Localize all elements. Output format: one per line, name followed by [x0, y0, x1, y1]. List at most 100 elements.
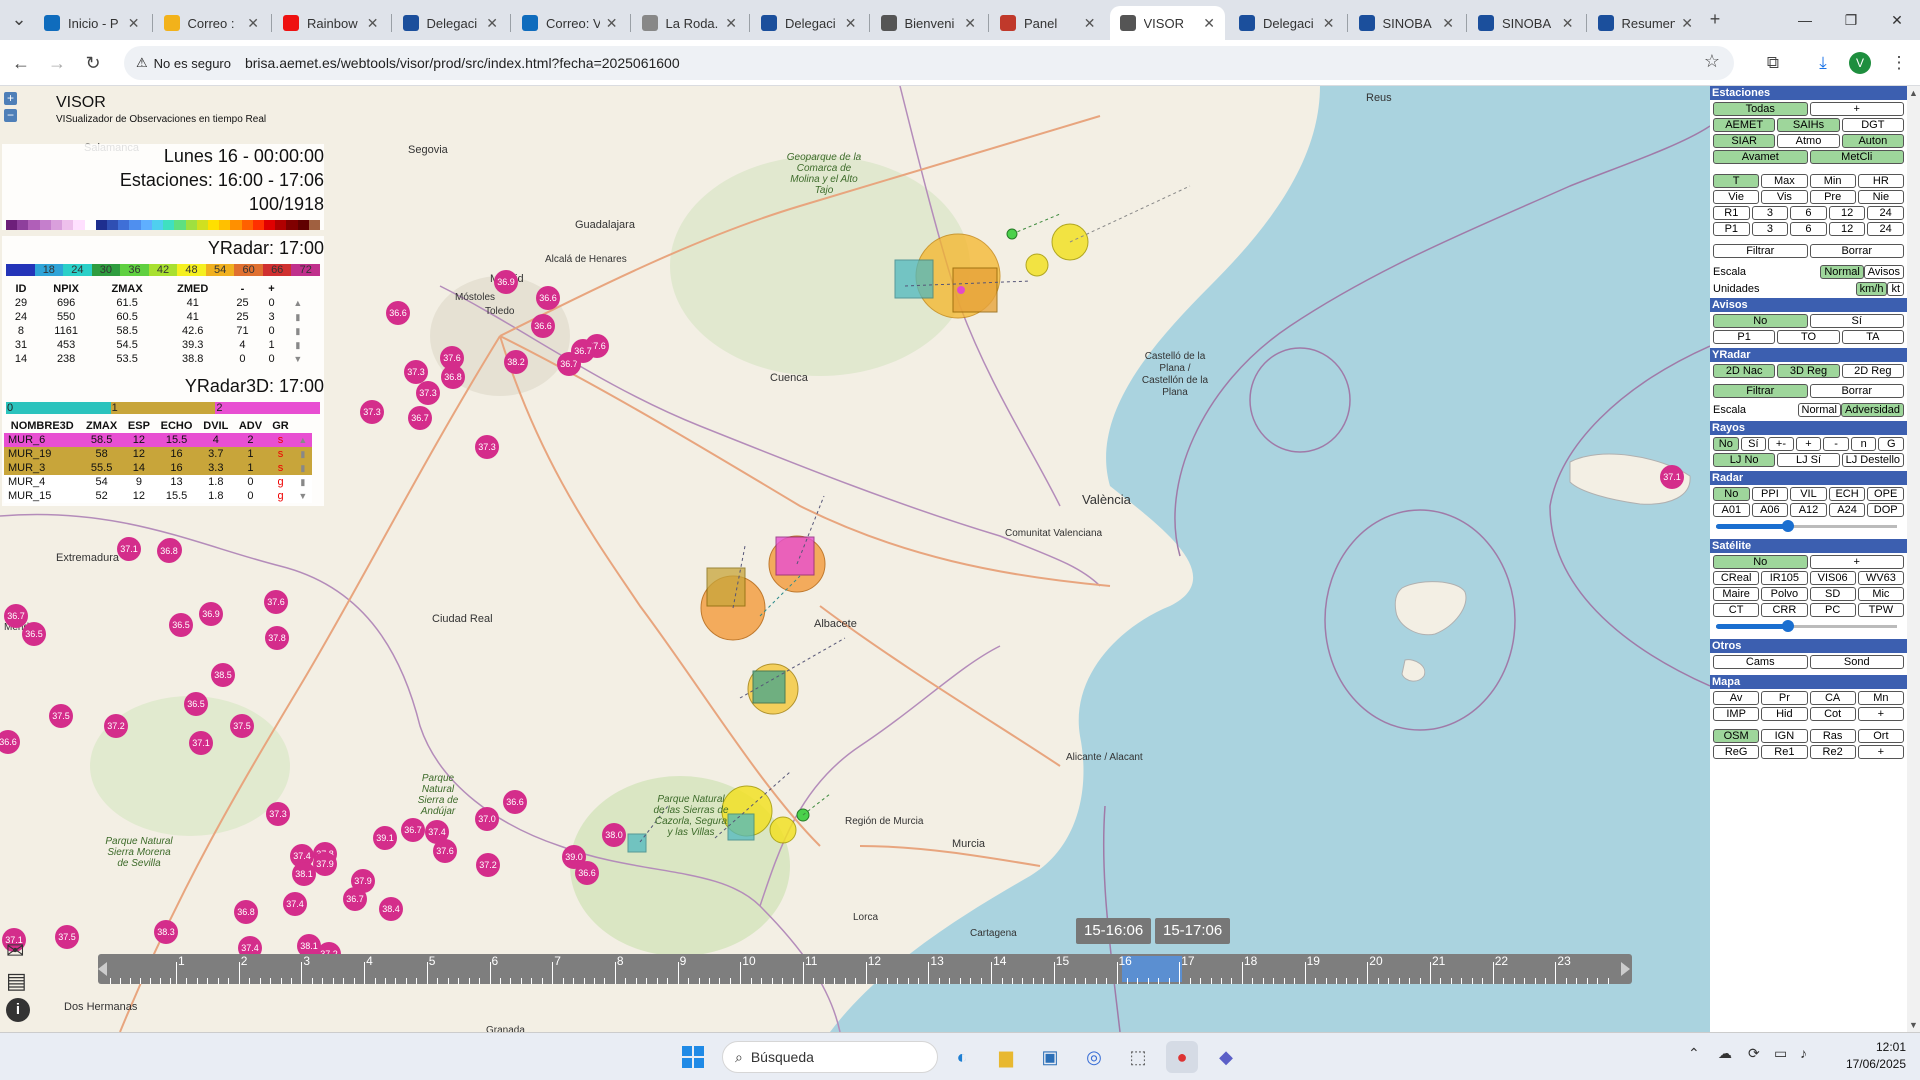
st_row4-button[interactable]: MetCli: [1809, 150, 1904, 164]
filter_row-button[interactable]: Borrar: [1809, 244, 1904, 258]
temperature-marker[interactable]: 39.1: [373, 826, 397, 850]
temperature-marker[interactable]: 38.5: [211, 663, 235, 687]
temperature-marker[interactable]: 38.2: [504, 350, 528, 374]
reload-icon[interactable]: ↻: [78, 48, 108, 78]
temperature-marker[interactable]: 36.5: [184, 692, 208, 716]
var_row3-button[interactable]: 12: [1828, 206, 1866, 220]
tab-close-icon[interactable]: ✕: [1203, 15, 1215, 32]
bookmark-star-icon[interactable]: ☆: [1704, 51, 1720, 72]
tab-close-icon[interactable]: ✕: [247, 15, 259, 32]
windows-start-icon[interactable]: [677, 1041, 709, 1073]
mp_row3-button[interactable]: Ras: [1809, 729, 1856, 743]
rd_row2-button[interactable]: A01: [1713, 503, 1750, 517]
ry_row2-button[interactable]: LJ No: [1713, 453, 1776, 467]
scroll-arrow-icon[interactable]: ▮: [294, 461, 312, 475]
ot_row1-button[interactable]: Sond: [1809, 655, 1904, 669]
rd_row1-button[interactable]: PPI: [1751, 487, 1789, 501]
scroll-arrow-icon[interactable]: ▮: [294, 447, 312, 461]
temperature-marker[interactable]: 37.9: [313, 852, 337, 876]
back-arrow-icon[interactable]: ←: [6, 48, 36, 78]
scroll-arrow-icon[interactable]: ▼: [284, 352, 312, 366]
browser-tab[interactable]: Delegaci ✕: [1229, 6, 1345, 40]
var_row3-button[interactable]: 6: [1790, 206, 1827, 220]
browser-tab[interactable]: VISOR ✕: [1109, 6, 1225, 40]
mp_row2-button[interactable]: +: [1857, 707, 1904, 721]
network-icon[interactable]: ▭: [1774, 1045, 1787, 1062]
info-icon[interactable]: i: [6, 998, 30, 1022]
temperature-marker[interactable]: 37.2: [476, 853, 500, 877]
sat_row4-button[interactable]: TPW: [1857, 603, 1904, 617]
slider-knob[interactable]: [1782, 620, 1795, 632]
scroll-arrow-icon[interactable]: ▲: [284, 296, 312, 310]
browser-tab[interactable]: SINOBA ✕: [1349, 6, 1465, 40]
var_row2-button[interactable]: Vie: [1713, 190, 1760, 204]
browser-tab[interactable]: La Roda. ✕: [632, 6, 748, 40]
browser-tab[interactable]: Correo: V ✕: [512, 6, 628, 40]
temperature-marker[interactable]: 38.4: [379, 897, 403, 921]
system-clock[interactable]: 12:01 17/06/2025: [1830, 1039, 1906, 1073]
filter_row-button[interactable]: Filtrar: [1713, 244, 1808, 258]
var_row4-button[interactable]: P1: [1713, 222, 1750, 236]
table-row[interactable]: 24 550 60.5 41 25 3 ▮: [4, 310, 312, 324]
temperature-marker[interactable]: 37.3: [266, 802, 290, 826]
temperature-marker[interactable]: 37.5: [49, 704, 73, 728]
mp_row4-button[interactable]: Re1: [1761, 745, 1808, 759]
browser-tab[interactable]: Bienveni ✕: [871, 6, 987, 40]
table-row[interactable]: MUR_4 54 9 13 1.8 0 g ▮: [4, 475, 312, 489]
mp_row4-button[interactable]: ReG: [1713, 745, 1760, 759]
temperature-marker[interactable]: 37.1: [117, 537, 141, 561]
temperature-marker[interactable]: 37.3: [360, 400, 384, 424]
var_row3-button[interactable]: 24: [1867, 206, 1904, 220]
temperature-marker[interactable]: 36.6: [531, 314, 555, 338]
mail-icon[interactable]: ✉: [6, 938, 24, 964]
yr_escala_opts-button[interactable]: Adversidad: [1840, 402, 1904, 417]
mp_row1-button[interactable]: Av: [1713, 691, 1760, 705]
st_row2-button[interactable]: DGT: [1841, 118, 1904, 132]
temperature-marker[interactable]: 37.4: [283, 892, 307, 916]
temperature-marker[interactable]: 36.8: [157, 539, 181, 563]
yr_row1-button[interactable]: 3D Reg: [1777, 364, 1840, 378]
edge-icon[interactable]: ◐: [946, 1041, 978, 1073]
scroll-arrow-icon[interactable]: ▲: [294, 433, 312, 447]
rd_row1-button[interactable]: No: [1713, 487, 1750, 501]
ry_row1-button[interactable]: No: [1713, 437, 1739, 451]
tab-search-icon[interactable]: ⌄: [4, 4, 34, 34]
ot_row1-button[interactable]: Cams: [1713, 655, 1808, 669]
temperature-marker[interactable]: 36.9: [199, 602, 223, 626]
temperature-marker[interactable]: 38.1: [292, 862, 316, 886]
download-icon[interactable]: ⤓: [1808, 48, 1838, 78]
temperature-marker[interactable]: 38.0: [602, 823, 626, 847]
address-bar[interactable]: ⚠ No es seguro brisa.aemet.es/webtools/vi…: [124, 46, 1734, 80]
scroll-arrow-icon[interactable]: ▮: [294, 475, 312, 489]
close-window-icon[interactable]: ✕: [1874, 0, 1920, 40]
temperature-marker[interactable]: 37.3: [475, 435, 499, 459]
new-tab-button[interactable]: +: [1700, 4, 1730, 34]
temperature-marker[interactable]: 37.2: [104, 714, 128, 738]
tab-close-icon[interactable]: ✕: [486, 15, 498, 32]
sat_row1-button[interactable]: No: [1713, 555, 1808, 569]
table-row[interactable]: 29 696 61.5 41 25 0 ▲: [4, 296, 312, 310]
var_row4-button[interactable]: 24: [1867, 222, 1904, 236]
rd_row2-button[interactable]: A24: [1828, 503, 1866, 517]
st_row2-button[interactable]: SAIHs: [1777, 118, 1840, 132]
sat_row4-button[interactable]: CT: [1713, 603, 1760, 617]
tab-close-icon[interactable]: ✕: [1562, 15, 1574, 32]
var_row1-button[interactable]: HR: [1857, 174, 1904, 188]
st_row2-button[interactable]: AEMET: [1713, 118, 1776, 132]
browser-tab[interactable]: Delegaci ✕: [751, 6, 867, 40]
scroll-arrow-icon[interactable]: ▼: [294, 489, 312, 503]
temperature-marker[interactable]: 37.1: [1660, 465, 1684, 489]
rd_row2-button[interactable]: A12: [1790, 503, 1827, 517]
table-row[interactable]: MUR_19 58 12 16 3.7 1 s ▮: [4, 447, 312, 461]
yr_row1-button[interactable]: 2D Reg: [1841, 364, 1904, 378]
mp_row2-button[interactable]: Cot: [1809, 707, 1856, 721]
security-chip[interactable]: ⚠ No es seguro: [136, 55, 231, 71]
tab-close-icon[interactable]: ✕: [367, 15, 379, 32]
sat_row2-button[interactable]: VIS06: [1809, 571, 1856, 585]
temperature-marker[interactable]: 36.6: [386, 301, 410, 325]
browser-tab[interactable]: SINOBA ✕: [1468, 6, 1584, 40]
mp_row1-button[interactable]: CA: [1809, 691, 1856, 705]
monitor-chart-icon[interactable]: ⬚: [1122, 1041, 1154, 1073]
mp_row1-button[interactable]: Mn: [1857, 691, 1904, 705]
temperature-marker[interactable]: 36.7: [343, 887, 367, 911]
